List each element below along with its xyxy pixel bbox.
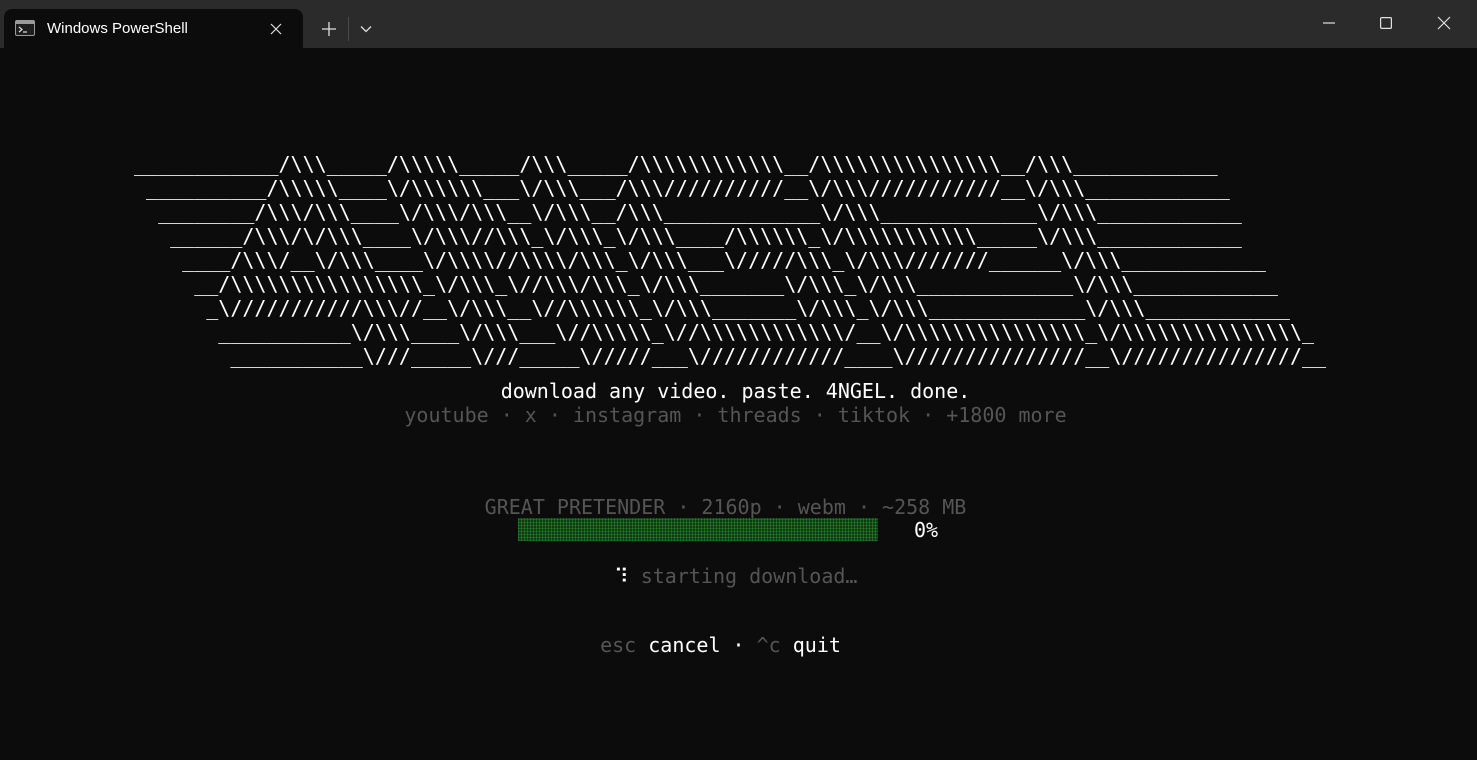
progress-row: 0%: [0, 518, 1471, 542]
tagline: download any video. paste. 4NGEL. done.: [500, 379, 971, 403]
chevron-down-icon: [360, 26, 372, 33]
terminal-window: Windows PowerShell ____________/\\\_____…: [0, 0, 1477, 760]
ctrl-c-key: ^c: [756, 633, 781, 657]
progress-percent: 0%: [914, 518, 939, 542]
banner-line: ______/\\\/\/\\\____\/\\\//\\\_\/\\\_\/\…: [134, 224, 1242, 248]
scrollbar[interactable]: [1471, 48, 1477, 760]
tab-separator: [348, 17, 349, 41]
maximize-button[interactable]: [1357, 0, 1415, 46]
key-hints: esc cancel · ^c quit: [0, 633, 1456, 657]
quit-action[interactable]: quit: [793, 633, 841, 657]
close-window-button[interactable]: [1415, 0, 1473, 46]
close-icon[interactable]: [266, 19, 286, 39]
progress-bar: [518, 518, 878, 541]
esc-key: esc: [600, 633, 637, 657]
tab-title: Windows PowerShell: [47, 20, 188, 37]
banner-line: ____/\\\/__\/\\\____\/\\\\//\\\\/\\\_\/\…: [134, 248, 1266, 272]
new-tab-button[interactable]: [311, 11, 347, 47]
file-info: GREAT PRETENDER · 2160p · webm · ~258 MB: [484, 495, 967, 519]
title-bar: Windows PowerShell: [0, 0, 1477, 48]
supported-sites: youtube · x · instagram · threads · tikt…: [404, 403, 1067, 427]
banner-line: ___________\/\\\____\/\\\___\//\\\\\_\//…: [134, 320, 1315, 344]
status-line: ⠹ starting download…: [614, 564, 857, 588]
key-separator: ·: [732, 633, 745, 657]
plus-icon: [322, 22, 336, 36]
banner-line: _\///////////\\\//__\/\\\__\//\\\\\\_\/\…: [134, 296, 1290, 320]
banner-line: __/\\\\\\\\\\\\\\\\_\/\\\_\//\\\/\\\_\/\…: [134, 272, 1278, 296]
banner-line: ____________/\\\_____/\\\\\_____/\\\____…: [134, 152, 1218, 176]
ascii-banner: ____________/\\\_____/\\\\\_____/\\\____…: [134, 152, 1326, 368]
close-icon: [1437, 16, 1451, 30]
dropdown-button[interactable]: [352, 11, 380, 47]
status-text: starting download…: [640, 564, 858, 588]
banner-line: ________/\\\/\\\____\/\\\/\\\__\/\\\__/\…: [134, 200, 1242, 224]
cancel-action[interactable]: cancel: [648, 633, 720, 657]
terminal-icon: [15, 20, 35, 36]
spinner-icon: ⠹: [614, 564, 629, 588]
banner-line: ___________\///_____\///_____\/////___\/…: [134, 344, 1327, 368]
maximize-icon: [1380, 17, 1392, 29]
tab-windows-powershell[interactable]: Windows PowerShell: [4, 9, 303, 48]
minimize-button[interactable]: [1300, 0, 1358, 46]
terminal-content[interactable]: ____________/\\\_____/\\\\\_____/\\\____…: [0, 48, 1471, 760]
banner-line: __________/\\\\\____\/\\\\\\___\/\\\___/…: [134, 176, 1230, 200]
minimize-icon: [1323, 22, 1335, 24]
